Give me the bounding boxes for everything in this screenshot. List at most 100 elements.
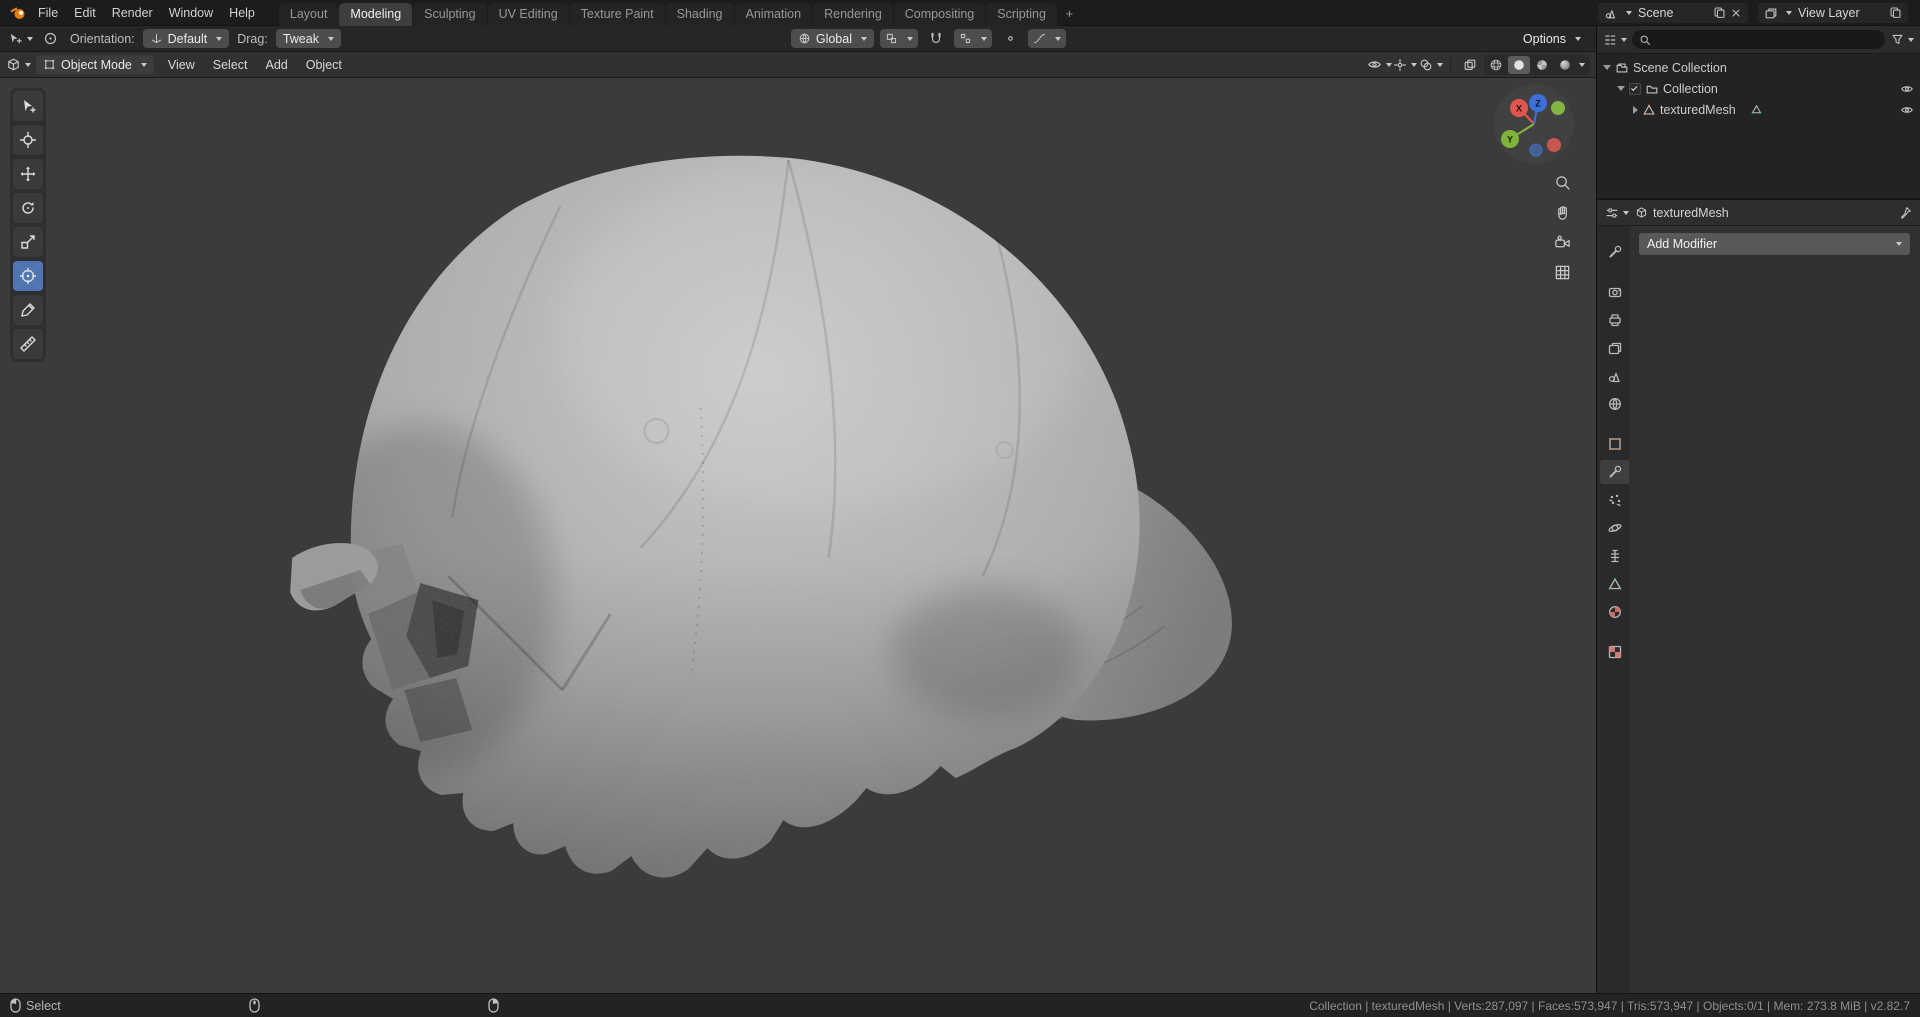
- workspace-tab-modeling[interactable]: Modeling: [339, 3, 412, 26]
- show-gizmo-dropdown[interactable]: [1393, 55, 1417, 74]
- tool-move[interactable]: [13, 159, 43, 189]
- workspace-tab-sculpting[interactable]: Sculpting: [413, 3, 486, 26]
- menu-help[interactable]: Help: [221, 3, 263, 23]
- zoom-icon[interactable]: [1554, 174, 1571, 191]
- toggle-xray-button[interactable]: [1458, 55, 1482, 74]
- menu-edit[interactable]: Edit: [66, 3, 104, 23]
- tab-object[interactable]: [1600, 432, 1629, 456]
- add-workspace-button[interactable]: +: [1058, 3, 1081, 26]
- tab-world[interactable]: [1600, 392, 1629, 416]
- shading-wireframe-button[interactable]: [1485, 56, 1507, 74]
- view-layer-selector[interactable]: View Layer: [1758, 3, 1908, 23]
- snap-toggle[interactable]: [924, 29, 948, 48]
- workspace-tab-layout[interactable]: Layout: [279, 3, 339, 26]
- new-view-layer-icon[interactable]: [1889, 6, 1902, 19]
- outliner-search-input[interactable]: [1656, 33, 1878, 47]
- workspace-tab-scripting[interactable]: Scripting: [986, 3, 1057, 26]
- add-modifier-button[interactable]: Add Modifier: [1639, 233, 1910, 255]
- delete-scene-icon[interactable]: [1730, 7, 1742, 19]
- shading-solid-button[interactable]: [1508, 56, 1530, 74]
- outliner-search[interactable]: [1632, 30, 1885, 49]
- editor-type-button[interactable]: [6, 55, 30, 74]
- scene-selector[interactable]: Scene: [1598, 3, 1748, 23]
- collection-checkbox[interactable]: [1629, 83, 1641, 95]
- tool-annotate[interactable]: [13, 295, 43, 325]
- gizmo-axis-z-neg[interactable]: [1530, 144, 1542, 156]
- menu-add[interactable]: Add: [258, 55, 296, 75]
- workspace-tab-animation[interactable]: Animation: [735, 3, 813, 26]
- tab-constraints[interactable]: [1600, 544, 1629, 568]
- tool-transform[interactable]: [13, 261, 43, 291]
- active-tool-icon[interactable]: [8, 29, 32, 48]
- viewport-canvas[interactable]: X Z Y: [0, 78, 1596, 993]
- pin-icon[interactable]: [1899, 206, 1912, 219]
- transform-orientation-dropdown[interactable]: Global: [791, 29, 874, 48]
- workspace-tab-shading[interactable]: Shading: [666, 3, 734, 26]
- workspace-tab-texture-paint[interactable]: Texture Paint: [570, 3, 665, 26]
- tab-material[interactable]: [1600, 600, 1629, 624]
- gizmo-axis-x[interactable]: X: [1510, 99, 1528, 117]
- tab-object-data[interactable]: [1600, 572, 1629, 596]
- workspace-tab-rendering[interactable]: Rendering: [813, 3, 893, 26]
- hide-in-viewport-icon[interactable]: [1900, 103, 1914, 117]
- hide-in-viewport-icon[interactable]: [1900, 82, 1914, 96]
- workspace-tab-compositing[interactable]: Compositing: [894, 3, 985, 26]
- tab-physics[interactable]: [1600, 516, 1629, 540]
- outliner-editor-type-button[interactable]: [1603, 30, 1627, 49]
- gizmo-axis-z[interactable]: Z: [1529, 94, 1547, 112]
- grid-ortho-icon[interactable]: [1554, 264, 1571, 281]
- pivot-center-icon[interactable]: [38, 29, 62, 48]
- menu-render[interactable]: Render: [104, 3, 161, 23]
- disclosure-icon[interactable]: [1633, 106, 1638, 114]
- proportional-editing-toggle[interactable]: [998, 29, 1022, 48]
- tool-select-box[interactable]: [13, 91, 43, 121]
- show-overlays-dropdown[interactable]: [1419, 55, 1443, 74]
- shading-material-button[interactable]: [1531, 56, 1553, 74]
- blender-logo-icon[interactable]: [6, 2, 30, 24]
- orientation-dropdown[interactable]: Default: [143, 29, 230, 48]
- menu-file[interactable]: File: [30, 3, 66, 23]
- snap-settings-dropdown[interactable]: [954, 29, 992, 48]
- proportional-falloff-dropdown[interactable]: [1028, 29, 1066, 48]
- new-scene-icon[interactable]: [1713, 6, 1726, 19]
- tab-particles[interactable]: [1600, 488, 1629, 512]
- mode-dropdown[interactable]: Object Mode: [36, 55, 154, 75]
- tree-row-texturedmesh[interactable]: texturedMesh: [1597, 99, 1920, 120]
- tree-row-collection[interactable]: Collection: [1597, 78, 1920, 99]
- shading-rendered-button[interactable]: [1554, 56, 1576, 74]
- workspace-tab-uv-editing[interactable]: UV Editing: [488, 3, 569, 26]
- object-visibility-dropdown[interactable]: [1367, 55, 1391, 74]
- menu-select[interactable]: Select: [205, 55, 256, 75]
- gizmo-axis-y-neg[interactable]: [1551, 101, 1565, 115]
- disclosure-icon[interactable]: [1617, 86, 1625, 91]
- menu-view[interactable]: View: [160, 55, 203, 75]
- tab-texture[interactable]: [1600, 640, 1629, 664]
- outliner-filter-dropdown[interactable]: [1890, 30, 1914, 49]
- camera-view-icon[interactable]: [1554, 234, 1571, 251]
- mesh-object-icon: [1642, 103, 1656, 117]
- menu-window[interactable]: Window: [161, 3, 221, 23]
- gizmo-axis-y[interactable]: Y: [1501, 130, 1519, 148]
- tab-scene[interactable]: [1600, 364, 1629, 388]
- textured-mesh-object[interactable]: [250, 118, 1271, 918]
- tab-modifiers[interactable]: [1600, 460, 1629, 484]
- properties-editor-type-button[interactable]: [1605, 203, 1629, 222]
- tool-cursor[interactable]: [13, 125, 43, 155]
- menu-object[interactable]: Object: [298, 55, 350, 75]
- pivot-point-dropdown[interactable]: [880, 29, 918, 48]
- navigation-gizmo[interactable]: X Z Y: [1492, 82, 1576, 166]
- disclosure-icon[interactable]: [1603, 65, 1611, 70]
- tree-row-scene-collection[interactable]: Scene Collection: [1597, 57, 1920, 78]
- pan-hand-icon[interactable]: [1554, 204, 1571, 221]
- options-dropdown[interactable]: Options: [1516, 29, 1588, 48]
- gizmo-axis-x-neg[interactable]: [1547, 138, 1561, 152]
- tool-measure[interactable]: [13, 329, 43, 359]
- tab-view-layer[interactable]: [1600, 336, 1629, 360]
- tab-output[interactable]: [1600, 308, 1629, 332]
- tab-tool[interactable]: [1600, 240, 1629, 264]
- magnet-icon: [929, 32, 943, 46]
- tool-rotate[interactable]: [13, 193, 43, 223]
- tool-scale[interactable]: [13, 227, 43, 257]
- drag-dropdown[interactable]: Tweak: [276, 29, 341, 48]
- tab-render[interactable]: [1600, 280, 1629, 304]
